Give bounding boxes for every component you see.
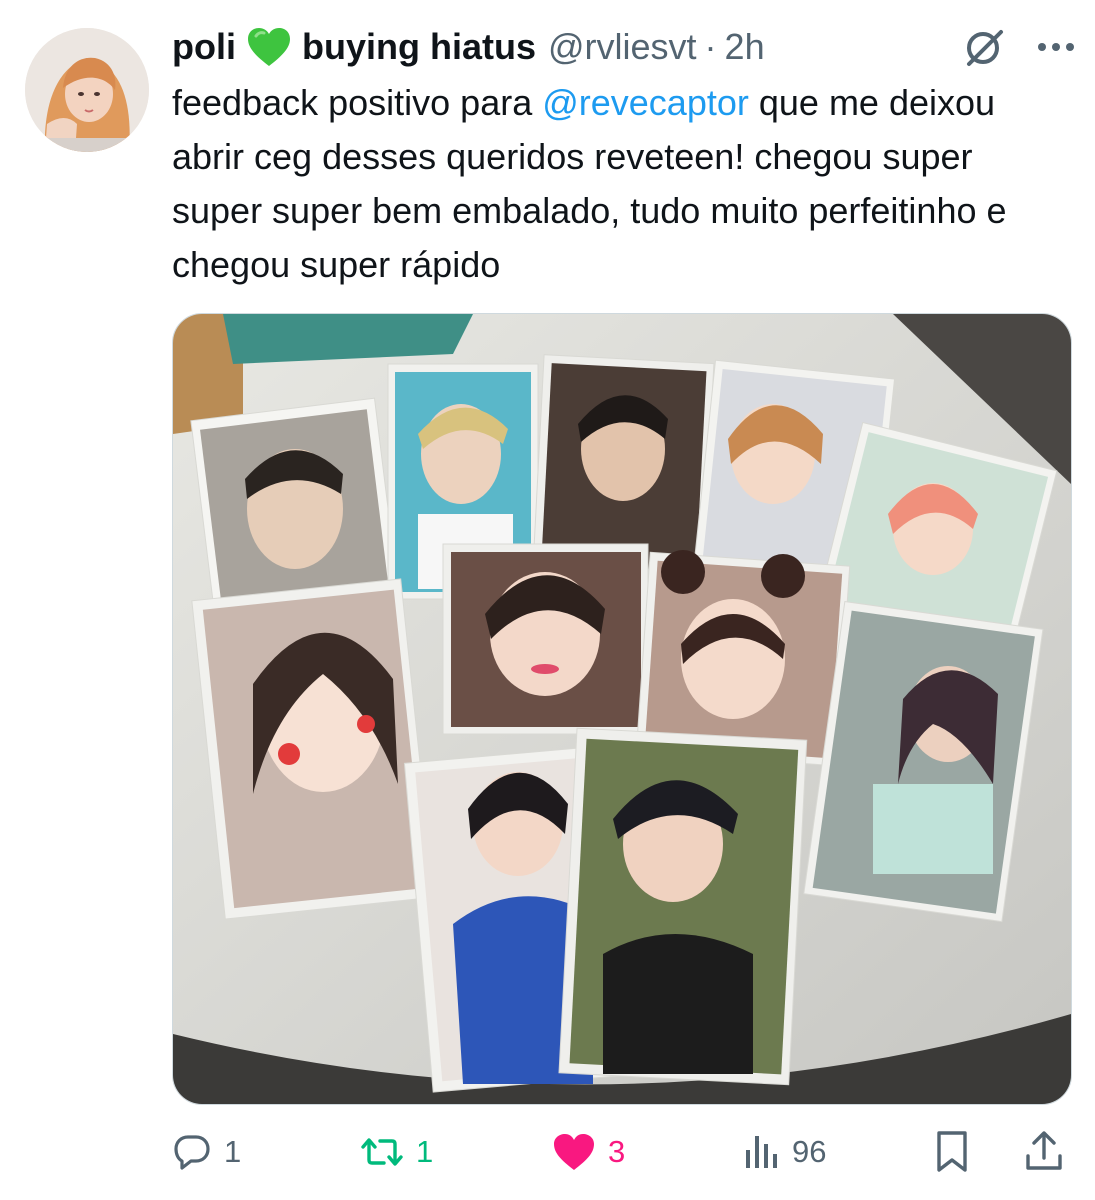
heart-icon: [554, 1134, 594, 1170]
reply-count: 1: [224, 1134, 242, 1169]
tweet-actions: 1 1 3 96: [172, 1122, 1072, 1182]
tweet-photo[interactable]: [172, 313, 1072, 1105]
views-button[interactable]: 96: [744, 1122, 826, 1182]
like-button[interactable]: 3: [552, 1122, 625, 1182]
share-button[interactable]: [1024, 1122, 1064, 1182]
timestamp[interactable]: 2h: [725, 26, 765, 68]
photocard: [558, 727, 808, 1086]
tweet-card[interactable]: poli buying hiatus @rvliesvt · 2h feedba…: [0, 0, 1095, 1200]
views-icon: [746, 1136, 777, 1168]
photocard: [803, 600, 1044, 923]
reply-icon: [174, 1135, 210, 1170]
bookmark-icon: [937, 1131, 967, 1172]
avatar[interactable]: [25, 28, 149, 152]
retweet-button[interactable]: 1: [360, 1122, 433, 1182]
display-name-prefix[interactable]: poli: [172, 26, 236, 68]
views-count: 96: [792, 1134, 827, 1169]
green-heart-icon: [246, 26, 292, 68]
tweet-text: feedback positivo para @revecaptor que m…: [172, 76, 1072, 292]
reply-button[interactable]: 1: [172, 1122, 241, 1182]
share-icon: [1026, 1131, 1062, 1170]
grok-icon[interactable]: [961, 24, 1007, 70]
retweet-count: 1: [416, 1134, 434, 1169]
bookmark-button[interactable]: [934, 1122, 970, 1182]
header-actions: [961, 22, 1075, 72]
tweet-header: poli buying hiatus @rvliesvt · 2h: [172, 22, 1075, 72]
like-count: 3: [608, 1134, 626, 1169]
retweet-icon: [361, 1138, 403, 1166]
separator-dot: ·: [704, 26, 717, 67]
photo-image: [173, 314, 1071, 1104]
display-name-suffix[interactable]: buying hiatus: [302, 26, 536, 68]
author-handle[interactable]: @rvliesvt: [548, 26, 697, 68]
photocard: [442, 543, 649, 735]
more-options-icon[interactable]: [1037, 42, 1075, 52]
avatar-image: [25, 28, 149, 152]
mention-link[interactable]: @revecaptor: [542, 82, 749, 123]
photocard: [191, 578, 435, 920]
tweet-text-part1: feedback positivo para: [172, 82, 543, 123]
